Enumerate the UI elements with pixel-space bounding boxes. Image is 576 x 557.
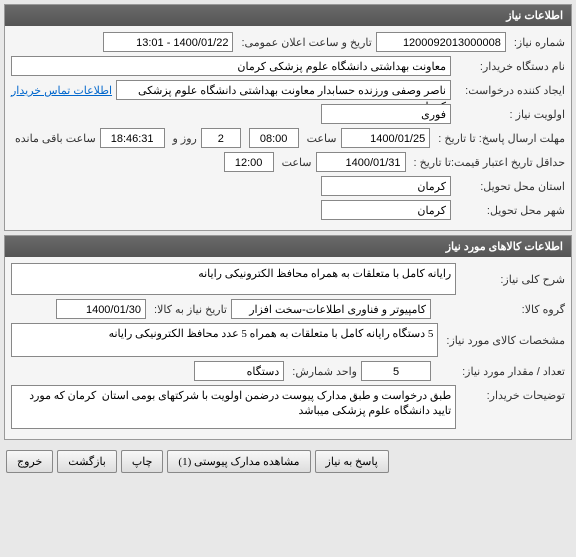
days-label: روز و bbox=[169, 132, 197, 145]
qty-field[interactable]: 5 bbox=[361, 361, 431, 381]
remaining-time-field[interactable]: 18:46:31 bbox=[100, 128, 165, 148]
validity-to-label: تا تاریخ : bbox=[410, 156, 451, 169]
creator-label: ایجاد کننده درخواست: bbox=[455, 84, 565, 97]
delivery-city-label: شهر محل تحویل: bbox=[455, 204, 565, 217]
delivery-city-field[interactable]: کرمان bbox=[321, 200, 451, 220]
panel1-body: شماره نیاز: 1200092013000008 تاریخ و ساع… bbox=[5, 26, 571, 230]
goods-info-panel: اطلاعات کالاهای مورد نیاز شرح کلی نیاز: … bbox=[4, 235, 572, 440]
deadline-time-field[interactable]: 08:00 bbox=[249, 128, 299, 148]
validity-time-field[interactable]: 12:00 bbox=[224, 152, 274, 172]
print-button[interactable]: چاپ bbox=[121, 450, 164, 473]
button-bar: خروج بازگشت چاپ مشاهده مدارک پیوستی (1) … bbox=[0, 444, 576, 479]
deadline-date-field[interactable]: 1400/01/25 bbox=[341, 128, 431, 148]
delivery-province-field[interactable]: کرمان bbox=[321, 176, 451, 196]
panel2-body: شرح کلی نیاز: گروه کالا: کامپیوتر و فناو… bbox=[5, 257, 571, 439]
desc-field[interactable] bbox=[11, 263, 456, 295]
need-number-label: شماره نیاز: bbox=[510, 36, 565, 49]
spec-label: مشخصات کالای مورد نیاز: bbox=[442, 334, 565, 347]
need-info-panel: اطلاعات نیاز شماره نیاز: 120009201300000… bbox=[4, 4, 572, 231]
days-field[interactable]: 2 bbox=[201, 128, 241, 148]
need-by-field[interactable]: 1400/01/30 bbox=[56, 299, 146, 319]
spec-field[interactable] bbox=[11, 323, 438, 357]
attachments-button[interactable]: مشاهده مدارک پیوستی (1) bbox=[167, 450, 310, 473]
notes-field[interactable] bbox=[11, 385, 456, 429]
respond-button[interactable]: پاسخ به نیاز bbox=[315, 450, 389, 473]
buyer-field[interactable]: معاونت بهداشتی دانشگاه علوم پزشکی کرمان bbox=[11, 56, 451, 76]
delivery-province-label: استان محل تحویل: bbox=[455, 180, 565, 193]
unit-label: واحد شمارش: bbox=[288, 365, 357, 378]
need-number-field[interactable]: 1200092013000008 bbox=[376, 32, 506, 52]
back-button[interactable]: بازگشت bbox=[57, 450, 117, 473]
panel1-header: اطلاعات نیاز bbox=[5, 5, 571, 26]
exit-button[interactable]: خروج bbox=[6, 450, 53, 473]
time-label-2: ساعت bbox=[278, 156, 312, 169]
qty-label: تعداد / مقدار مورد نیاز: bbox=[435, 365, 565, 378]
remaining-label: ساعت باقی مانده bbox=[11, 132, 96, 145]
priority-field[interactable]: فوری bbox=[321, 104, 451, 124]
priority-label: اولویت نیاز : bbox=[455, 108, 565, 121]
announce-date-label: تاریخ و ساعت اعلان عمومی: bbox=[237, 36, 371, 49]
panel2-header: اطلاعات کالاهای مورد نیاز bbox=[5, 236, 571, 257]
unit-field[interactable]: دستگاه bbox=[194, 361, 284, 381]
group-field[interactable]: کامپیوتر و فناوری اطلاعات-سخت افزار bbox=[231, 299, 431, 319]
contact-link[interactable]: اطلاعات تماس خریدار bbox=[11, 84, 112, 97]
buyer-label: نام دستگاه خریدار: bbox=[455, 60, 565, 73]
group-label: گروه کالا: bbox=[435, 303, 565, 316]
announce-date-field[interactable]: 1400/01/22 - 13:01 bbox=[103, 32, 233, 52]
notes-label: توضیحات خریدار: bbox=[460, 385, 565, 402]
time-label-1: ساعت bbox=[303, 132, 337, 145]
deadline-label: مهلت ارسال پاسخ: تا تاریخ : bbox=[434, 132, 565, 145]
validity-date-field[interactable]: 1400/01/31 bbox=[316, 152, 406, 172]
creator-field[interactable]: ناصر وصفی ورزنده حسابدار معاونت بهداشتی … bbox=[116, 80, 451, 100]
validity-label: حداقل تاریخ اعتبار قیمت: bbox=[455, 156, 565, 169]
need-by-label: تاریخ نیاز به کالا: bbox=[150, 303, 227, 316]
desc-label: شرح کلی نیاز: bbox=[460, 273, 565, 286]
